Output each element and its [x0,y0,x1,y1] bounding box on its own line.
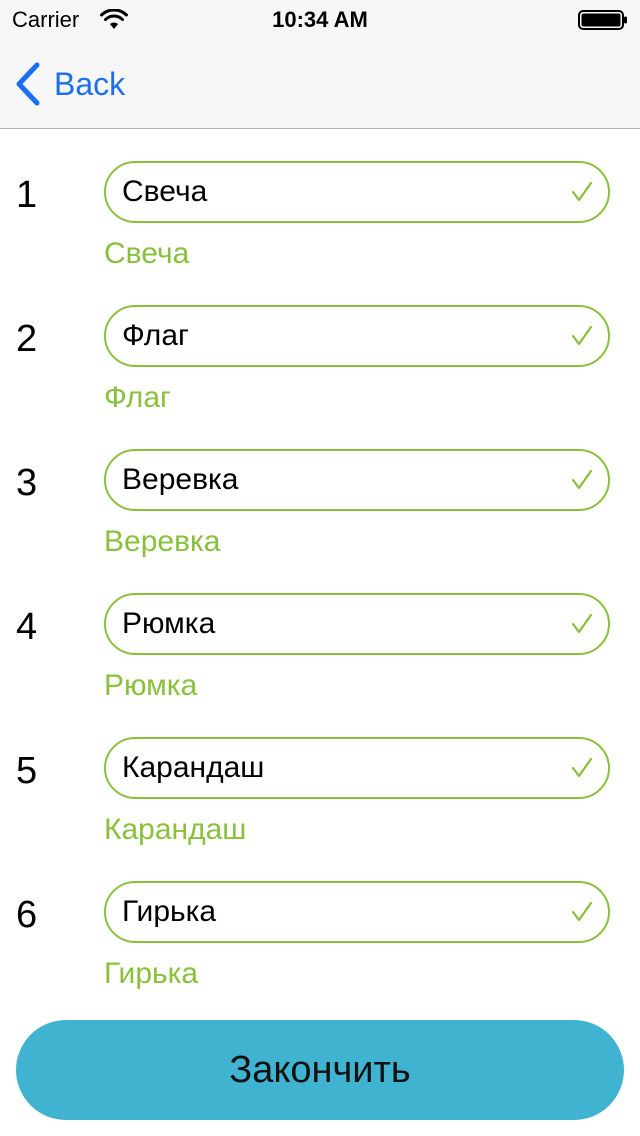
answer-field[interactable]: Гирька [104,881,610,943]
correct-answer-label: Веревка [104,525,221,558]
checkmark-icon [571,181,593,202]
row-number: 1 [16,174,38,216]
answer-field[interactable]: Свеча [104,161,610,223]
row-number: 6 [16,894,38,936]
answer-value: Гирька [122,895,217,928]
checkmark-icon [571,469,593,490]
chevron-left-icon [16,62,40,106]
answer-row: 6 Гирька Гирька [0,881,640,1025]
answer-value: Свеча [122,175,208,208]
back-label: Back [54,66,126,102]
answer-value: Веревка [122,463,239,496]
correct-answer-label: Карандаш [104,813,247,846]
navigation-bar: Back [0,40,640,129]
status-time: 10:34 AM [272,7,368,32]
battery-icon [578,10,627,30]
answer-row: 5 Карандаш Карандаш [0,737,640,881]
answer-value: Карандаш [122,751,265,784]
row-number: 3 [16,462,38,504]
answer-value: Рюмка [122,607,216,640]
answer-field[interactable]: Флаг [104,305,610,367]
checkmark-icon [571,325,593,346]
answer-field[interactable]: Карандаш [104,737,610,799]
answer-field[interactable]: Веревка [104,449,610,511]
status-bar: Carrier 10:34 AM [0,0,640,40]
row-number: 2 [16,318,38,360]
checkmark-icon [571,757,593,778]
correct-answer-label: Флаг [104,381,171,414]
answer-row: 3 Веревка Веревка [0,449,640,593]
answer-field[interactable]: Рюмка [104,593,610,655]
answer-row: 1 Свеча Свеча [0,161,640,305]
answer-row: 2 Флаг Флаг [0,305,640,449]
row-number: 5 [16,750,38,792]
correct-answer-label: Гирька [104,957,199,990]
checkmark-icon [571,901,593,922]
answer-value: Флаг [122,319,189,352]
checkmark-icon [571,613,593,634]
correct-answer-label: Свеча [104,237,190,270]
correct-answer-label: Рюмка [104,669,198,702]
finish-button[interactable]: Закончить [16,1020,624,1120]
answer-row: 4 Рюмка Рюмка [0,593,640,737]
row-number: 4 [16,606,38,648]
back-button[interactable]: Back [14,62,125,106]
